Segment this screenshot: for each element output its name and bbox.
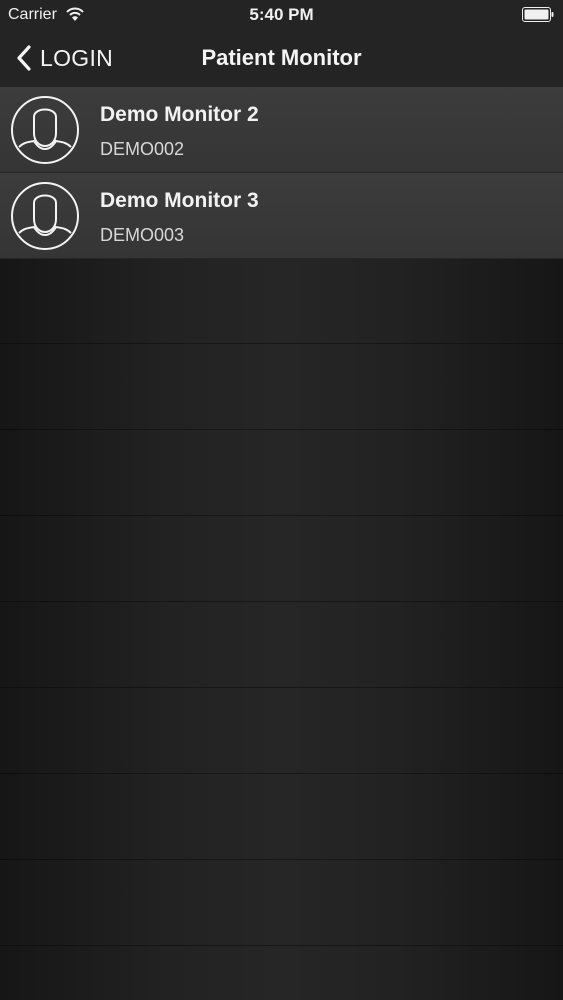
status-bar: Carrier 5:40 PM — [0, 0, 563, 30]
status-time: 5:40 PM — [249, 5, 314, 24]
monitor-list: Demo Monitor 2 DEMO002 Demo Monitor 3 DE… — [0, 87, 563, 259]
monitor-id: DEMO003 — [100, 225, 185, 245]
person-avatar-icon — [11, 96, 79, 164]
list-item[interactable]: Demo Monitor 2 DEMO002 — [0, 87, 563, 173]
list-item[interactable]: Demo Monitor 3 DEMO003 — [0, 173, 563, 259]
battery-icon — [522, 7, 554, 22]
background-texture — [0, 258, 563, 1000]
person-avatar-icon — [11, 182, 79, 250]
navigation-bar: LOGIN Patient Monitor — [0, 30, 563, 87]
monitor-name: Demo Monitor 3 — [100, 189, 259, 212]
monitor-name: Demo Monitor 2 — [100, 103, 259, 126]
monitor-id: DEMO002 — [100, 139, 185, 159]
page-title: Patient Monitor — [201, 45, 362, 70]
